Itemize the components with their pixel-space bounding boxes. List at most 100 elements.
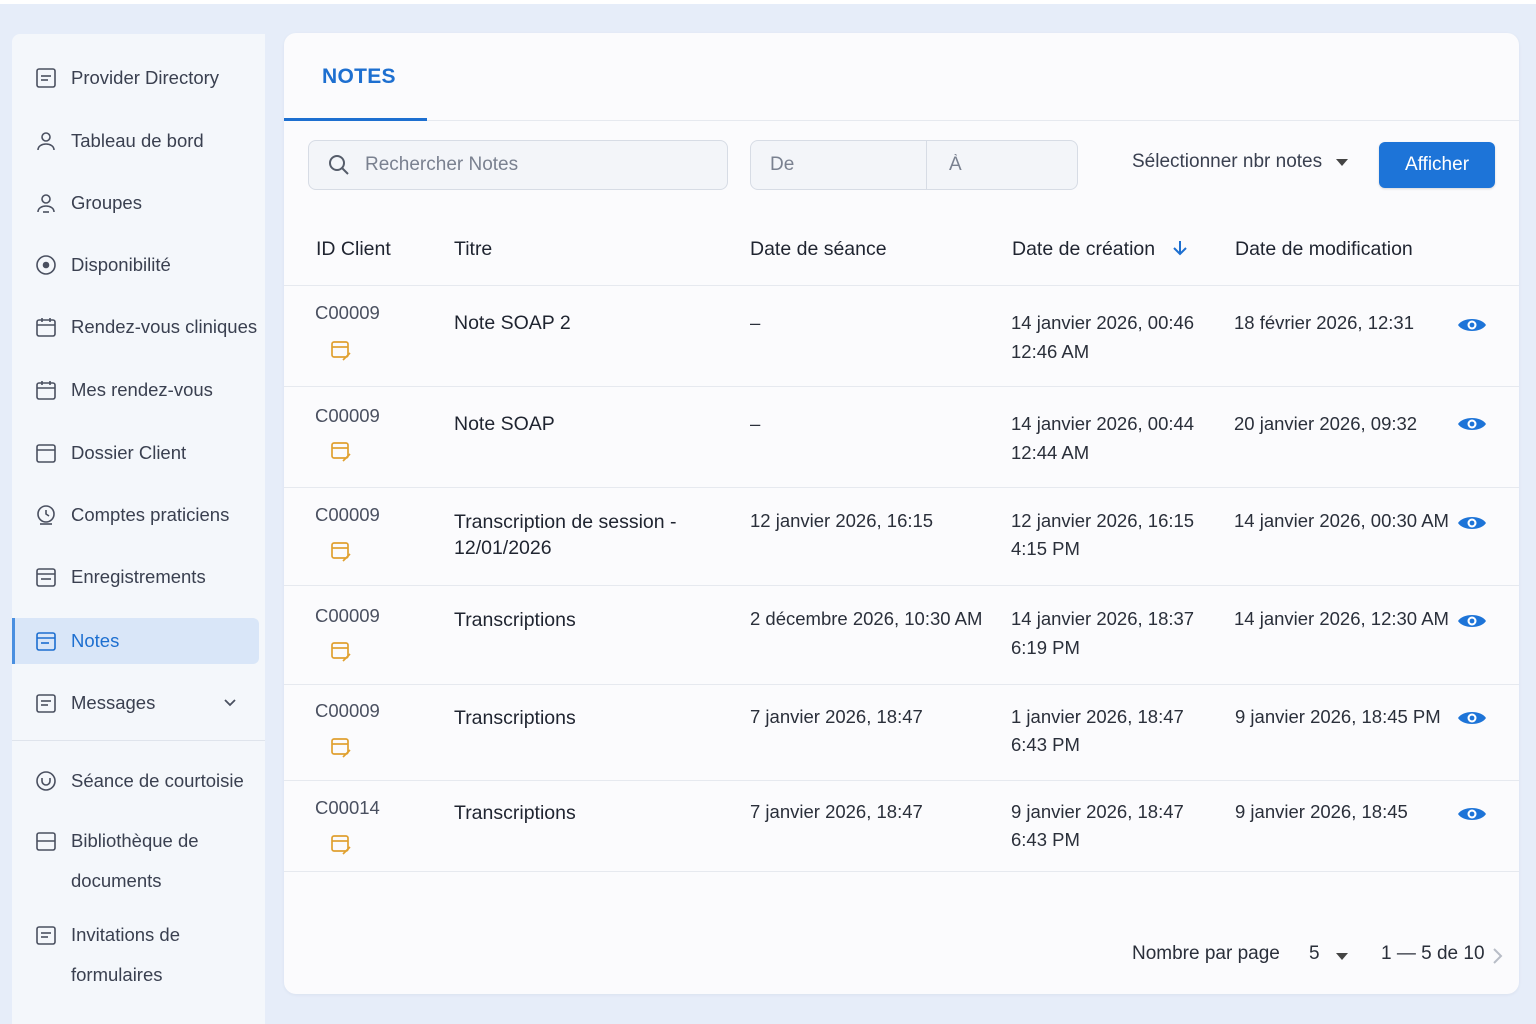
cell-title[interactable]: Transcriptions: [454, 607, 724, 633]
cell-title[interactable]: Note SOAP: [454, 411, 724, 437]
edit-note-icon[interactable]: [329, 639, 353, 663]
cell-title[interactable]: Note SOAP 2: [454, 310, 724, 336]
cell-modified-date: 9 janvier 2026, 18:45 PM: [1235, 706, 1441, 727]
sidebar-item-courtesy-session[interactable]: Séance de courtoisie: [12, 758, 259, 804]
cell-created-time: 6:43 PM: [1011, 734, 1080, 755]
per-page-select[interactable]: 5: [1309, 943, 1320, 965]
sidebar-item-label: Bibliothèque de documents: [71, 830, 199, 891]
cell-created-date: 14 janvier 2026, 18:37: [1011, 608, 1195, 629]
sidebar-item-groups[interactable]: Groupes: [12, 180, 259, 226]
chevron-down-icon[interactable]: [221, 693, 239, 711]
view-eye-icon[interactable]: [1457, 513, 1487, 533]
courtesy-icon: [34, 769, 58, 793]
cell-client-id: C00009: [315, 302, 380, 323]
sidebar-item-notes[interactable]: Notes: [12, 618, 259, 664]
row-divider: [284, 780, 1519, 781]
sidebar-item-label: Invitations de formulaires: [71, 924, 181, 985]
sidebar-item-label: Notes: [71, 630, 120, 651]
sidebar-item-label: Enregistrements: [71, 566, 206, 587]
column-header-session-date[interactable]: Date de séance: [750, 238, 887, 261]
caret-down-icon[interactable]: [1336, 953, 1348, 960]
cell-modified-date: 14 janvier 2026, 00:30 AM: [1234, 510, 1449, 531]
sidebar-item-client-file[interactable]: Dossier Client: [12, 430, 259, 476]
cell-session-date: 7 janvier 2026, 18:47: [750, 801, 923, 822]
cell-session-date: 12 janvier 2026, 16:15: [750, 510, 934, 531]
sidebar-item-label: Mes rendez-vous: [71, 379, 213, 400]
column-header-modified-date[interactable]: Date de modification: [1235, 238, 1413, 261]
sidebar-item-label: Rendez-vous cliniques: [71, 316, 258, 337]
row-divider: [284, 684, 1519, 685]
caret-down-icon: [1336, 158, 1349, 166]
view-eye-icon[interactable]: [1457, 315, 1487, 335]
sidebar-item-label: Disponibilité: [71, 254, 171, 275]
date-range-field: [750, 140, 1078, 190]
row-divider: [284, 585, 1519, 586]
sort-arrow-down-icon[interactable]: [1171, 239, 1189, 257]
cell-modified-date: 9 janvier 2026, 18:45: [1235, 801, 1408, 822]
view-eye-icon[interactable]: [1457, 414, 1487, 434]
top-strip: [0, 0, 1536, 4]
cell-client-id: C00014: [315, 797, 380, 818]
cell-modified-date: 14 janvier 2026, 12:30 AM: [1234, 608, 1449, 629]
sidebar-item-document-library[interactable]: Bibliothèque de documents: [12, 813, 252, 893]
notes-panel: NOTES Sélectionner nbr notes Afficher ID…: [284, 33, 1519, 994]
sidebar-item-practitioner-accounts[interactable]: Comptes praticiens: [12, 492, 259, 538]
cell-client-id: C00009: [315, 405, 380, 426]
cell-client-id: C00009: [315, 605, 380, 626]
cell-created-time: 6:43 PM: [1011, 829, 1080, 850]
cell-session-date: –: [750, 312, 761, 333]
sidebar-item-records[interactable]: Enregistrements: [12, 554, 259, 600]
sidebar-item-dashboard[interactable]: Tableau de bord: [12, 118, 259, 164]
row-divider: [284, 487, 1519, 488]
clock-circle-icon: [34, 253, 58, 277]
cell-created-date: 9 janvier 2026, 18:47: [1011, 801, 1184, 822]
list-doc-icon: [34, 66, 58, 90]
cell-modified-date: 18 février 2026, 12:31: [1234, 312, 1414, 333]
search-field: [308, 140, 728, 190]
calendar-icon: [34, 378, 58, 402]
column-header-client-id[interactable]: ID Client: [316, 238, 391, 261]
row-divider: [284, 871, 1519, 872]
edit-note-icon[interactable]: [329, 539, 353, 563]
show-button[interactable]: Afficher: [1379, 142, 1495, 188]
note-count-select[interactable]: Sélectionner nbr notes: [1132, 151, 1349, 173]
column-header-label: Date de création: [1012, 238, 1156, 260]
view-eye-icon[interactable]: [1457, 708, 1487, 728]
library-icon: [34, 829, 58, 853]
column-header-title[interactable]: Titre: [454, 238, 492, 261]
cell-created-time: 4:15 PM: [1011, 538, 1080, 559]
sidebar-item-messages[interactable]: Messages: [12, 680, 259, 726]
tab-notes[interactable]: NOTES: [322, 65, 396, 89]
date-to-input[interactable]: [927, 141, 1077, 189]
sidebar-item-label: Dossier Client: [71, 442, 187, 463]
user-icon: [34, 129, 58, 153]
sidebar-item-form-invitations[interactable]: Invitations de formulaires: [12, 907, 252, 987]
edit-note-icon[interactable]: [329, 832, 353, 856]
column-header-created-date[interactable]: Date de création: [1012, 238, 1189, 261]
cell-title[interactable]: Transcription de session - 12/01/2026: [454, 509, 704, 561]
sidebar-item-clinical-appointments[interactable]: Rendez-vous cliniques: [12, 304, 259, 350]
cell-title[interactable]: Transcriptions: [454, 800, 724, 826]
table-header-divider: [284, 285, 1519, 286]
sidebar-item-availability[interactable]: Disponibilité: [12, 242, 259, 288]
edit-note-icon[interactable]: [329, 338, 353, 362]
chevron-right-icon[interactable]: [1490, 946, 1504, 966]
view-eye-icon[interactable]: [1457, 804, 1487, 824]
cell-session-date: 7 janvier 2026, 18:47: [750, 706, 923, 727]
edit-note-icon[interactable]: [329, 439, 353, 463]
cell-title[interactable]: Transcriptions: [454, 705, 724, 731]
sidebar: Provider Directory Tableau de bord Group…: [12, 34, 265, 1024]
sidebar-item-my-appointments[interactable]: Mes rendez-vous: [12, 367, 259, 413]
search-input[interactable]: [365, 154, 725, 176]
records-icon: [34, 565, 58, 589]
form-invite-icon: [34, 923, 58, 947]
date-from-input[interactable]: [751, 141, 927, 189]
view-eye-icon[interactable]: [1457, 611, 1487, 631]
pagination-range: 1 — 5 de 10: [1381, 943, 1485, 964]
cell-created-time: 12:44 AM: [1011, 442, 1090, 463]
cell-client-id: C00009: [315, 700, 380, 721]
sidebar-item-label: Provider Directory: [71, 67, 220, 88]
notes-icon: [34, 629, 58, 653]
sidebar-item-provider-directory[interactable]: Provider Directory: [12, 55, 259, 101]
edit-note-icon[interactable]: [329, 735, 353, 759]
